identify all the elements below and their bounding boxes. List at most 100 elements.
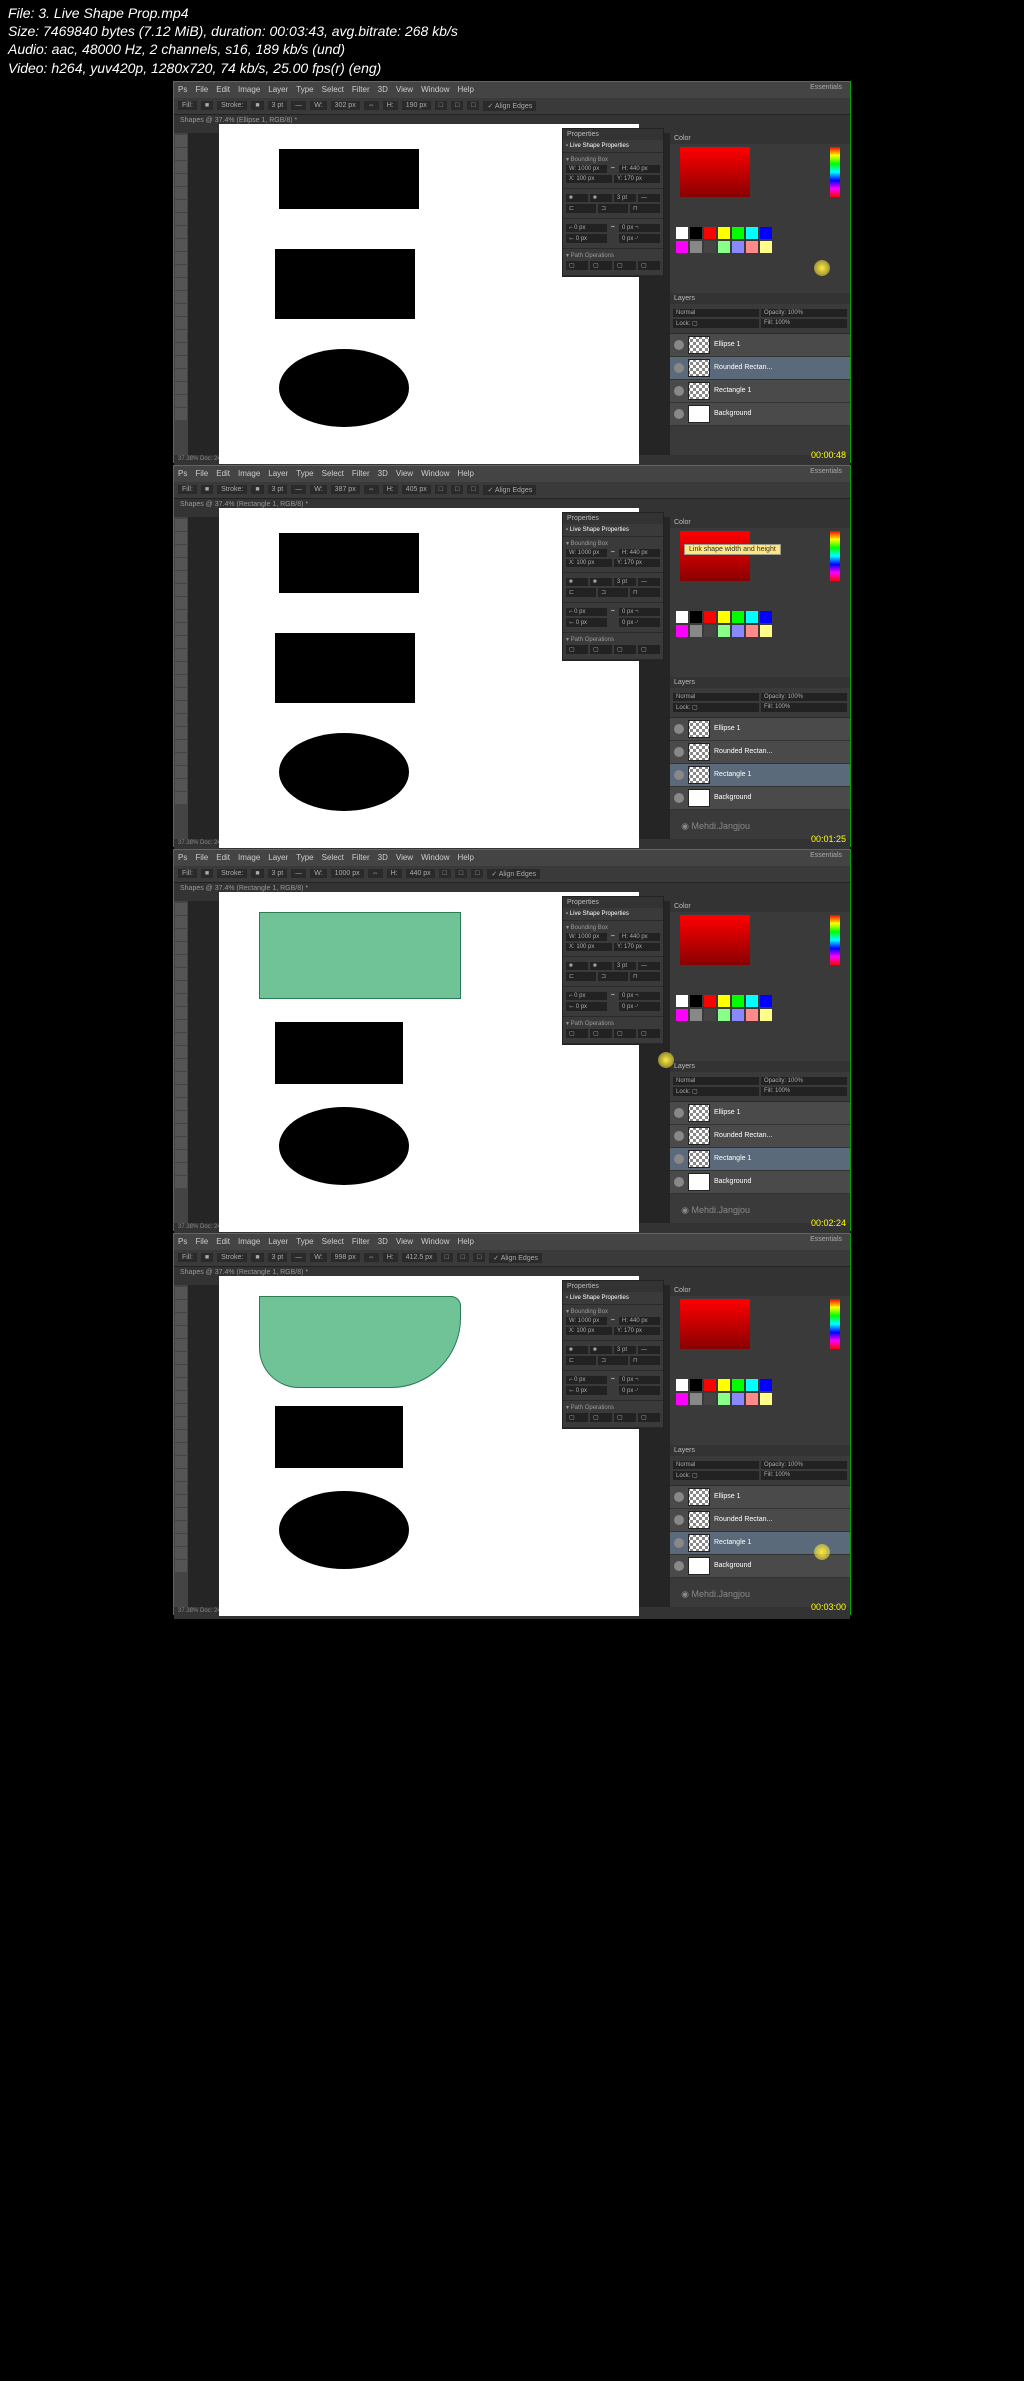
swatch[interactable] (732, 625, 744, 637)
shape-rectangle[interactable] (275, 1022, 403, 1084)
tool-button[interactable] (175, 1111, 187, 1123)
menu-item[interactable]: Ps (178, 85, 187, 94)
hue-slider[interactable] (830, 1299, 840, 1349)
workspace-label[interactable]: Essentials (810, 1236, 842, 1243)
swatch[interactable] (732, 611, 744, 623)
options-item[interactable]: □ (451, 101, 463, 110)
layer-thumbnail[interactable] (688, 359, 710, 377)
options-item[interactable]: ⇔ (368, 869, 383, 878)
options-item[interactable]: 190 px (402, 101, 431, 110)
layer-item[interactable]: Rectangle 1 (670, 380, 850, 403)
swatch[interactable] (676, 1393, 688, 1405)
swatch[interactable] (690, 1379, 702, 1391)
hue-slider[interactable] (830, 147, 840, 197)
tool-button[interactable] (175, 1033, 187, 1045)
shape-rectangle[interactable] (275, 633, 415, 703)
eye-icon[interactable] (674, 409, 684, 419)
tool-button[interactable] (175, 382, 187, 394)
options-item[interactable]: Stroke: (217, 101, 247, 110)
options-item[interactable]: □ (451, 485, 463, 494)
tool-button[interactable] (175, 1059, 187, 1071)
options-item[interactable]: ■ (201, 485, 213, 494)
options-item[interactable]: ■ (251, 1253, 263, 1262)
swatch[interactable] (760, 241, 772, 253)
swatch[interactable] (760, 625, 772, 637)
eye-icon[interactable] (674, 1131, 684, 1141)
layer-thumbnail[interactable] (688, 720, 710, 738)
swatch[interactable] (746, 1009, 758, 1021)
layer-item[interactable]: Background (670, 787, 850, 810)
tool-button[interactable] (175, 1046, 187, 1058)
tool-button[interactable] (175, 955, 187, 967)
menu-item[interactable]: Window (421, 469, 449, 478)
shape-rectangle[interactable] (275, 249, 415, 319)
shape-ellipse[interactable] (279, 349, 409, 427)
tool-button[interactable] (175, 740, 187, 752)
tool-button[interactable] (175, 395, 187, 407)
tool-button[interactable] (175, 1098, 187, 1110)
tool-button[interactable] (175, 981, 187, 993)
swatch[interactable] (676, 625, 688, 637)
tool-button[interactable] (175, 239, 187, 251)
tool-button[interactable] (175, 408, 187, 420)
swatch[interactable] (704, 227, 716, 239)
tool-button[interactable] (175, 1176, 187, 1188)
menu-item[interactable]: Type (296, 1237, 313, 1246)
options-item[interactable]: □ (457, 1253, 469, 1262)
tool-button[interactable] (175, 1430, 187, 1442)
panel-header[interactable]: Color (670, 1285, 850, 1296)
swatch[interactable] (746, 1379, 758, 1391)
tool-button[interactable] (175, 532, 187, 544)
swatch[interactable] (690, 625, 702, 637)
eye-icon[interactable] (674, 1538, 684, 1548)
menu-item[interactable]: 3D (378, 85, 388, 94)
options-item[interactable]: H: (383, 485, 398, 494)
layer-thumbnail[interactable] (688, 1127, 710, 1145)
corners-section[interactable]: ⌐ 0 px⇔0 px ¬⌙ 0 px0 px ⌏ (563, 1371, 663, 1401)
color-panel[interactable]: Color (670, 133, 850, 213)
layer-thumbnail[interactable] (688, 336, 710, 354)
tool-button[interactable] (175, 161, 187, 173)
options-item[interactable]: □ (455, 869, 467, 878)
options-item[interactable]: ■ (201, 869, 213, 878)
tool-button[interactable] (175, 213, 187, 225)
tool-button[interactable] (175, 903, 187, 915)
tool-button[interactable] (175, 356, 187, 368)
swatch[interactable] (676, 1379, 688, 1391)
panel-header[interactable]: Color (670, 133, 850, 144)
tool-button[interactable] (175, 1482, 187, 1494)
options-item[interactable]: ■ (201, 1253, 213, 1262)
swatch[interactable] (718, 1393, 730, 1405)
workspace-label[interactable]: Essentials (810, 84, 842, 91)
layer-thumbnail[interactable] (688, 743, 710, 761)
shape-rounded-rect[interactable] (259, 1296, 461, 1388)
eye-icon[interactable] (674, 770, 684, 780)
tool-button[interactable] (175, 1124, 187, 1136)
swatch[interactable] (732, 995, 744, 1007)
tool-button[interactable] (175, 1137, 187, 1149)
layer-options[interactable]: NormalOpacity: 100%Lock: ▢Fill: 100% (670, 1456, 850, 1486)
options-item[interactable]: ■ (201, 101, 213, 110)
eye-icon[interactable] (674, 793, 684, 803)
eye-icon[interactable] (674, 340, 684, 350)
tool-button[interactable] (175, 727, 187, 739)
tool-button[interactable] (175, 304, 187, 316)
swatch[interactable] (704, 241, 716, 253)
color-picker[interactable] (680, 531, 750, 581)
corners-section[interactable]: ⌐ 0 px⇔0 px ¬⌙ 0 px0 px ⌏ (563, 219, 663, 249)
layer-thumbnail[interactable] (688, 1488, 710, 1506)
menu-item[interactable]: 3D (378, 1237, 388, 1246)
tool-button[interactable] (175, 1417, 187, 1429)
menu-item[interactable]: Layer (268, 1237, 288, 1246)
tool-button[interactable] (175, 701, 187, 713)
color-panel[interactable]: Color (670, 1285, 850, 1365)
tool-button[interactable] (175, 200, 187, 212)
layer-item[interactable]: Rectangle 1 (670, 1148, 850, 1171)
swatch[interactable] (704, 1009, 716, 1021)
menu-item[interactable]: File (195, 469, 208, 478)
options-item[interactable]: 405 px (402, 485, 431, 494)
tool-button[interactable] (175, 1469, 187, 1481)
options-item[interactable]: □ (435, 485, 447, 494)
menu-item[interactable]: Select (322, 469, 344, 478)
swatch[interactable] (718, 227, 730, 239)
